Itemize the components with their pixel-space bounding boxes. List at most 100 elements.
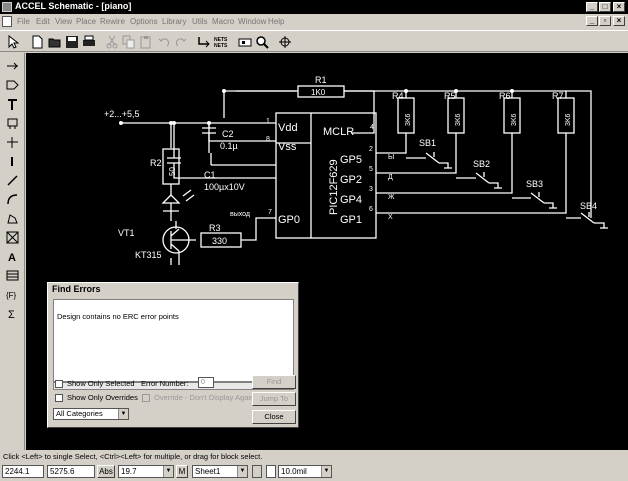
pin4-label: 4 — [370, 124, 374, 131]
document-icon[interactable] — [2, 16, 12, 27]
status-bar: Click <Left> to single Select, <Ctrl><Le… — [0, 451, 628, 463]
select-tool-icon[interactable] — [4, 33, 22, 50]
junction-tool-icon[interactable] — [4, 134, 21, 151]
key-label-2: Д — [388, 174, 393, 181]
redo-icon[interactable] — [172, 33, 190, 50]
netlist-icon[interactable]: NETS NETS — [212, 33, 232, 50]
supply-label: +2...+5,5 — [104, 109, 140, 119]
table-tool-icon[interactable] — [4, 267, 21, 284]
r7-label: R7 — [552, 91, 564, 101]
doc-minimize-button[interactable]: _ — [586, 16, 598, 26]
sum-tool-icon[interactable]: Σ — [4, 305, 21, 322]
undo-icon[interactable] — [155, 33, 173, 50]
show-only-selected-checkbox[interactable] — [55, 380, 63, 388]
vt1-type: KT315 — [135, 250, 162, 260]
close-dialog-button[interactable]: Close — [252, 410, 296, 424]
line-width-select[interactable]: 10.0mil ▼ — [278, 465, 332, 478]
menu-library[interactable]: Library — [162, 17, 186, 26]
sheet-select[interactable]: Sheet1 ▼ — [192, 465, 248, 478]
port-tool-icon[interactable] — [4, 77, 21, 94]
print-icon[interactable] — [80, 33, 98, 50]
menu-place[interactable]: Place — [76, 17, 96, 26]
polygon-tool-icon[interactable] — [4, 210, 21, 227]
menu-window[interactable]: Window — [238, 17, 266, 26]
paste-icon[interactable] — [137, 33, 155, 50]
abs-button[interactable]: Abs — [97, 465, 115, 478]
menu-file[interactable]: File — [17, 17, 30, 26]
jump-to-button[interactable]: Jump To — [252, 392, 296, 406]
close-button[interactable]: × — [613, 2, 625, 12]
pin7-label: 7 — [268, 209, 272, 216]
r4-label: R4 — [392, 91, 404, 101]
error-list[interactable]: Design contains no ERC error points — [53, 299, 294, 382]
cut-icon[interactable] — [103, 33, 121, 50]
left-tool-palette: A {F} Σ — [0, 53, 25, 450]
svg-text:Σ: Σ — [8, 309, 15, 320]
jump-tool-icon[interactable] — [276, 33, 294, 50]
bus-tool-icon[interactable] — [4, 96, 21, 113]
r4-value: 3K6 — [405, 113, 412, 126]
sheet-spinner[interactable] — [252, 465, 262, 478]
dot-tool-icon[interactable] — [4, 153, 21, 170]
window-title: ACCEL Schematic - [piano] — [15, 1, 132, 11]
pin-tool-icon[interactable] — [4, 58, 21, 75]
ic-name: PIC12F629 — [328, 159, 340, 215]
vss-label: Vss — [278, 141, 297, 153]
gp0-label: GP0 — [278, 214, 300, 226]
error-number-input[interactable]: 0 — [198, 377, 214, 388]
menu-edit[interactable]: Edit — [36, 17, 50, 26]
override-checkbox[interactable] — [142, 394, 150, 402]
category-select[interactable]: All Categories ▼ — [53, 408, 129, 420]
app-icon[interactable] — [2, 2, 12, 12]
arc-tool-icon[interactable] — [4, 191, 21, 208]
text-tool-icon[interactable]: A — [4, 248, 21, 265]
show-only-selected-label: Show Only Selected — [67, 379, 135, 388]
chevron-down-icon: ▼ — [321, 466, 331, 477]
main-toolbar: NETS NETS — [0, 30, 628, 52]
menu-view[interactable]: View — [55, 17, 72, 26]
key-label-3: Ж — [388, 194, 395, 201]
attribute-tool-icon[interactable]: {F} — [4, 286, 21, 303]
save-icon[interactable] — [63, 33, 81, 50]
mclr-label: MCLR — [323, 126, 354, 138]
x-coordinate: 2244.1 — [2, 465, 44, 478]
r3-value: 330 — [212, 236, 227, 246]
copy-icon[interactable] — [120, 33, 138, 50]
component-icon[interactable] — [236, 33, 254, 50]
menu-utils[interactable]: Utils — [192, 17, 208, 26]
part-tool-icon[interactable] — [4, 115, 21, 132]
r1-value: 1K0 — [311, 88, 326, 97]
open-file-icon[interactable] — [46, 33, 64, 50]
wire-tool-icon[interactable] — [195, 33, 213, 50]
show-only-overrides-label: Show Only Overrides — [67, 393, 138, 402]
pin2-label: 2 — [369, 146, 373, 153]
find-button[interactable]: Find — [252, 375, 296, 389]
svg-text:A: A — [8, 252, 16, 263]
menu-rewire[interactable]: Rewire — [100, 17, 125, 26]
override-label: Override - Don't Display Again — [154, 393, 255, 402]
m-button[interactable]: M — [176, 465, 188, 478]
r3-label: R3 — [209, 223, 221, 233]
sb2-label: SB2 — [473, 159, 490, 169]
pin8-label: 8 — [266, 136, 270, 143]
grid-value: 19.7 — [121, 467, 137, 476]
show-only-overrides-checkbox[interactable] — [55, 394, 63, 402]
gp4-label: GP4 — [340, 194, 362, 206]
r5-label: R5 — [444, 91, 456, 101]
maximize-button[interactable]: □ — [599, 2, 611, 12]
menu-help[interactable]: Help — [268, 17, 284, 26]
doc-close-button[interactable]: × — [613, 16, 625, 26]
find-errors-dialog: Find Errors Design contains no ERC error… — [47, 282, 299, 428]
zoom-icon[interactable] — [253, 33, 271, 50]
doc-restore-button[interactable]: ▫ — [599, 16, 611, 26]
field-tool-icon[interactable] — [4, 229, 21, 246]
y-coordinate: 5275.6 — [47, 465, 95, 478]
minimize-button[interactable]: _ — [586, 2, 598, 12]
menu-options[interactable]: Options — [130, 17, 158, 26]
grid-select[interactable]: 19.7 ▼ — [118, 465, 174, 478]
layer-color-swatch[interactable] — [266, 465, 276, 478]
menu-bar: File Edit View Place Rewire Options Libr… — [0, 15, 628, 29]
menu-macro[interactable]: Macro — [212, 17, 234, 26]
new-file-icon[interactable] — [28, 33, 46, 50]
line-tool-icon[interactable] — [4, 172, 21, 189]
